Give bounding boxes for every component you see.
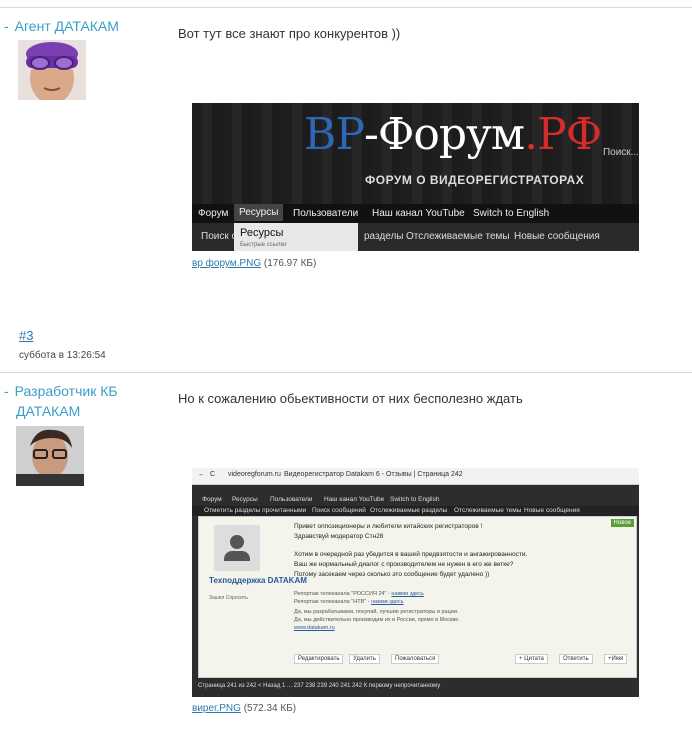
nav-item: Пользователи <box>270 496 313 503</box>
attachment-image[interactable]: ← C videoregforum.ru Видеорегистратор Da… <box>192 468 639 697</box>
attachment-link[interactable]: вирег.PNG <box>192 703 241 714</box>
attachment-size: (572.34 КБ) <box>243 703 297 714</box>
nav-item: Форум <box>198 208 229 219</box>
post-message: Вот тут все знают про конкурентов )) <box>178 26 401 41</box>
subnav-item: Новые сообщения <box>524 507 580 514</box>
attachment-info: вирег.PNG (572.34 КБ) <box>192 703 296 714</box>
signature-line: www.datakam.ru <box>294 625 335 631</box>
report-button: Пожаловаться <box>391 654 440 664</box>
nav-item: Ресурсы <box>232 496 258 503</box>
reload-icon: C <box>210 471 216 478</box>
dropdown-menu: Ресурсы Быстрые ссылки <box>234 223 358 251</box>
post-message: Но к сожалению обьективности от них бесп… <box>178 391 523 406</box>
forum-logo: ВР-Форум.РФ <box>304 109 602 160</box>
nav-item: Пользователи <box>293 208 359 219</box>
nav-item: Форум <box>202 496 222 503</box>
url-text: videoregforum.ru <box>228 471 281 478</box>
post-line: Потому засекаем через сколько это сообще… <box>294 571 490 578</box>
user-avatar-icon <box>214 525 260 571</box>
browser-urlbar: ← C videoregforum.ru Видеорегистратор Da… <box>192 468 639 485</box>
new-badge: Новое <box>610 519 634 527</box>
subnav-item: Отслеживаемые разделы <box>370 507 448 514</box>
signature-line: Репортаж телеканала "РОССИЯ 24" - нажми … <box>294 591 424 597</box>
post-anchor-link[interactable]: #3 <box>19 328 33 343</box>
avatar[interactable] <box>18 40 86 100</box>
delete-button: Удалить <box>349 654 380 664</box>
name-button: +Имя <box>604 654 628 664</box>
quoted-username: Техподдержка DATAKAM <box>209 576 307 585</box>
subnav-item: Отслеживаемые темы <box>406 231 510 242</box>
post-divider <box>0 372 692 373</box>
subnav-item: Отметить разделы прочитанными <box>204 507 307 514</box>
forum-subtitle: ФОРУМ О ВИДЕОРЕГИСТРАТОРАХ <box>365 173 585 187</box>
subnav-item: Поиск с <box>201 231 237 242</box>
author-name-line1[interactable]: Разработчик КБ <box>15 383 118 399</box>
reply-button: Ответить <box>559 654 593 664</box>
post-line: Привет оппозиционеры и любители китайски… <box>294 523 483 530</box>
nav-item: Switch to English <box>390 496 440 503</box>
tab-title: Видеорегистратор Datakam 6 - Отзывы | Ст… <box>284 471 463 478</box>
attachment-link[interactable]: вр форум.PNG <box>192 258 261 269</box>
user-title: Зашел Спросить <box>209 595 248 601</box>
attachment-info: вр форум.PNG (176.97 КБ) <box>192 258 316 269</box>
quoted-post: Новое Техподдержка DATAKAM Зашел Спросит… <box>198 516 637 678</box>
post-line: Здравствуй модератор Стн28 <box>294 533 384 540</box>
pagination: Страница 241 из 242 < Назад 1 ... 237 23… <box>198 683 441 689</box>
subnav-item: разделы <box>364 231 404 242</box>
search-input: Поиск... <box>602 147 639 158</box>
signature-line: Да, мы разрабатываем, покупай, лучшие ре… <box>294 609 459 615</box>
quote-button: + Цитата <box>515 654 548 664</box>
post-author[interactable]: - Разработчик КБ ДАТАКАМ <box>4 381 118 421</box>
post-date: суббота в 13:26:54 <box>19 350 106 361</box>
nav-item: Наш канал YouTube <box>372 208 465 219</box>
signature-line: Да, мы действительно производим их в Рос… <box>294 617 460 623</box>
nav-item: Наш канал YouTube <box>324 496 385 503</box>
dropdown-subtitle: Быстрые ссылки <box>240 242 287 248</box>
subnav-item: Поиск сообщений <box>312 507 366 514</box>
subnav-item: Новые сообщения <box>514 231 600 242</box>
top-divider <box>0 7 692 8</box>
forum-nav: Форум Ресурсы Пользователи Наш канал You… <box>192 495 639 506</box>
edit-button: Редактировать <box>294 654 344 664</box>
post-line: Хотим в очередной раз убедится в вашей п… <box>294 551 528 558</box>
back-icon: ← <box>198 471 205 478</box>
nav-item: Switch to English <box>473 208 550 219</box>
post-author[interactable]: - Агент ДАТАКАМ <box>4 16 119 36</box>
signature-line: Репортаж телеканала "НТВ" - нажми здесь <box>294 599 404 605</box>
avatar[interactable] <box>16 426 84 486</box>
attachment-size: (176.97 КБ) <box>263 258 317 269</box>
post-line: Ваш же нормальный диалог с производителе… <box>294 561 514 568</box>
attachment-image[interactable]: ВР-Форум.РФ ФОРУМ О ВИДЕОРЕГИСТРАТОРАХ П… <box>192 103 639 251</box>
forum-subnav: Отметить разделы прочитанными Поиск сооб… <box>192 506 639 516</box>
author-name-line2[interactable]: ДАТАКАМ <box>16 403 80 419</box>
forum-nav: Форум Ресурсы Пользователи Наш канал You… <box>192 204 639 223</box>
author-name[interactable]: Агент ДАТАКАМ <box>15 18 119 34</box>
nav-item-active: Ресурсы <box>234 204 284 221</box>
subnav-item: Отслеживаемые темы <box>454 507 522 514</box>
dropdown-title: Ресурсы <box>240 227 284 239</box>
